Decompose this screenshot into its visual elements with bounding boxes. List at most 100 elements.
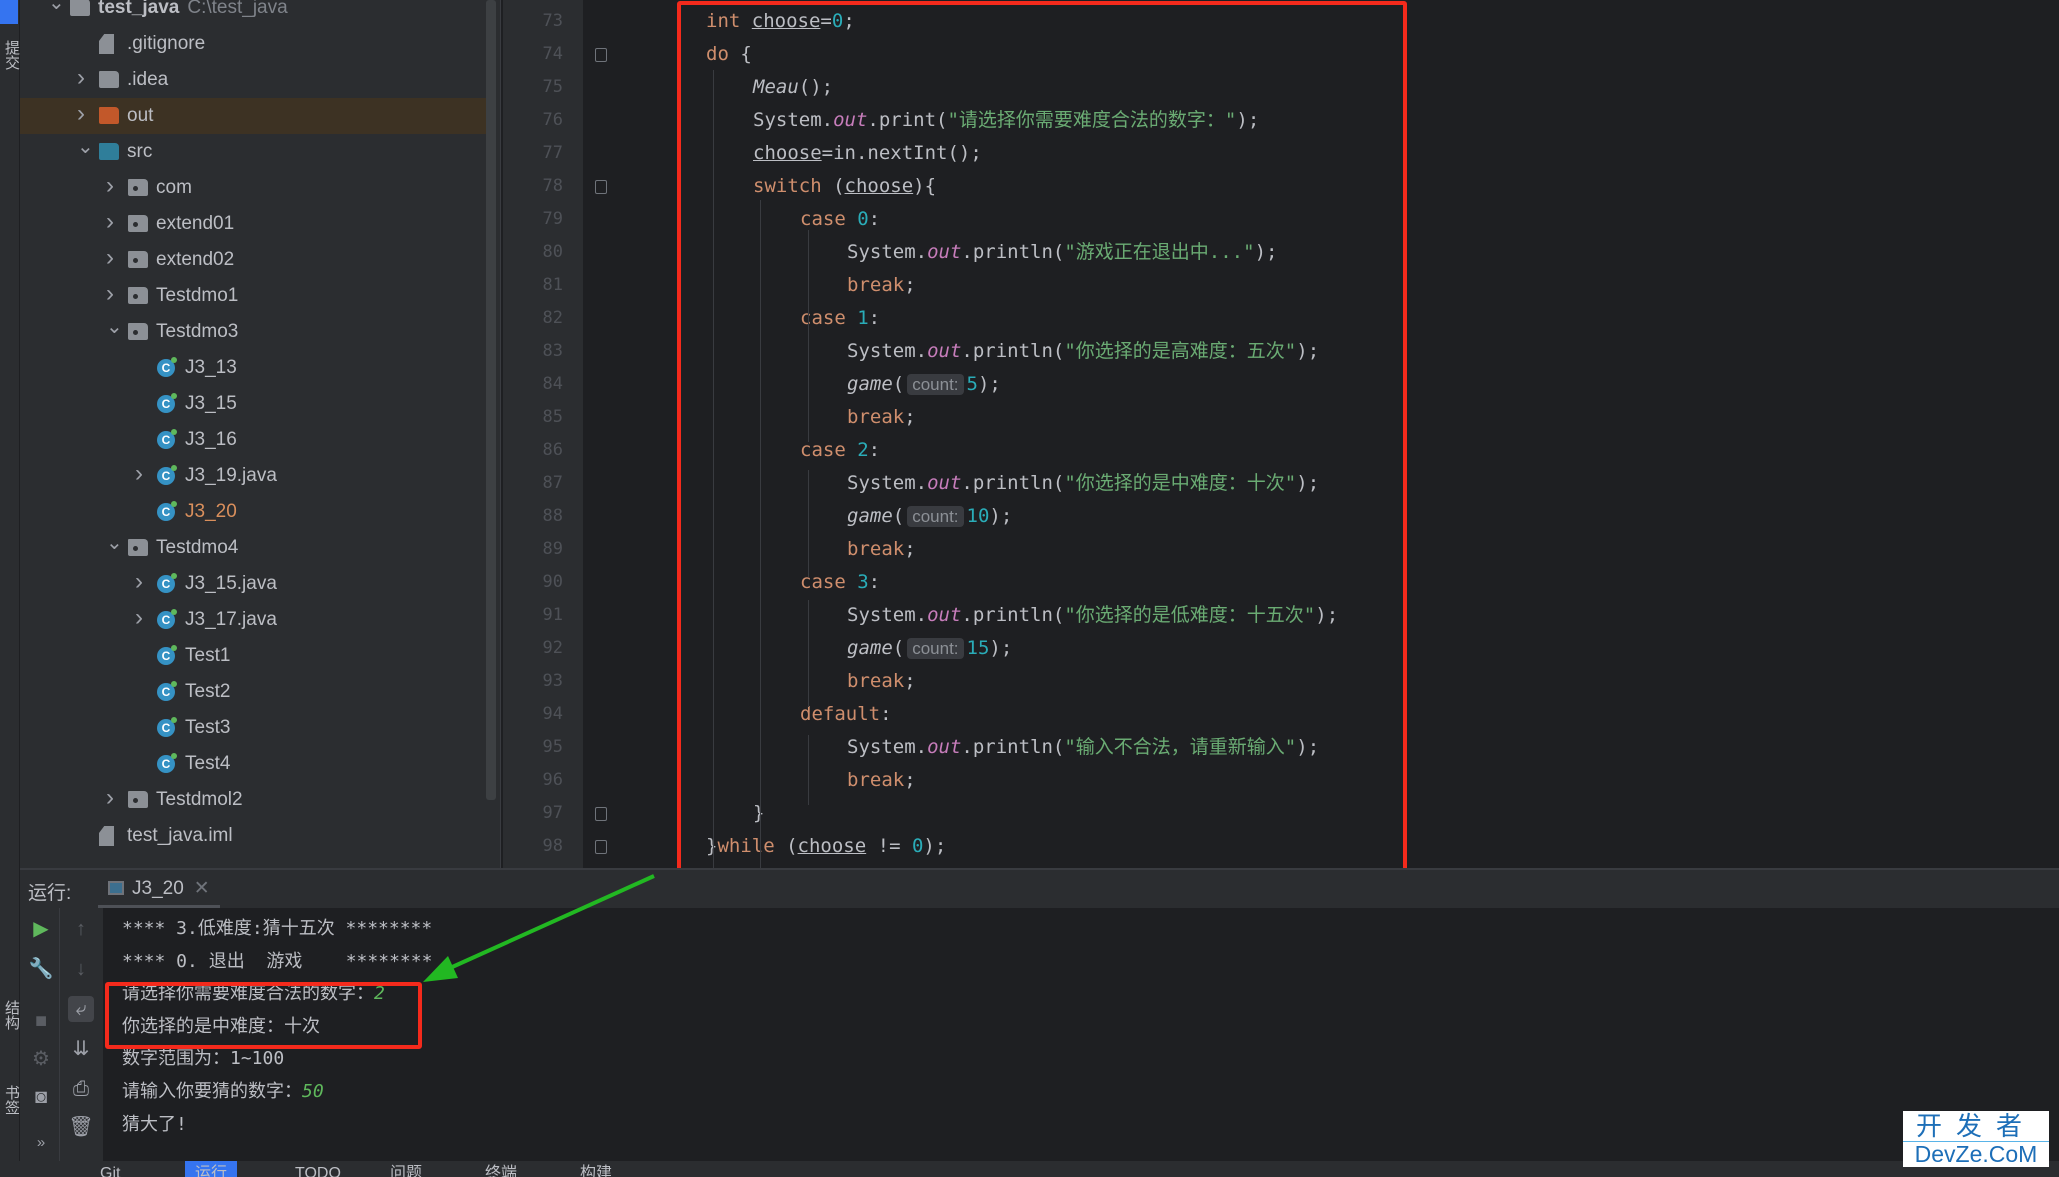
commit-tool-label[interactable]: 提交 [1, 40, 22, 70]
tree-item-label: Testdmo4 [156, 530, 238, 566]
tree-item[interactable]: › Testdmol2 [20, 782, 486, 818]
tree-item-text: J3_15 [185, 393, 237, 414]
tree-item-text: Test4 [185, 753, 231, 774]
camera-icon[interactable]: ◙ [28, 1084, 54, 1110]
tree-item[interactable]: › .idea [20, 62, 486, 98]
tree-item[interactable]: › extend01 [20, 206, 486, 242]
tree-item[interactable]: C J3_20 [20, 494, 486, 530]
line-number: 78 [542, 176, 563, 196]
rerun-icon[interactable]: ▶ [28, 916, 54, 942]
tree-item-text: test_java.iml [127, 825, 233, 846]
bottom-tab-3[interactable]: 问题 [380, 1161, 432, 1177]
structure-tool-label[interactable]: 结构 [1, 1000, 22, 1030]
line-number: 93 [542, 671, 563, 691]
tree-item[interactable]: › C J3_19.java [20, 458, 486, 494]
chevron-right-icon[interactable]: › [135, 456, 149, 492]
chevron-right-icon[interactable]: › [106, 780, 120, 816]
ignore-file-icon [99, 34, 114, 54]
line-number: 73 [542, 11, 563, 31]
tree-item[interactable]: C J3_15 [20, 386, 486, 422]
debug-icon[interactable]: ⚙ [28, 1046, 54, 1072]
down-arrow-icon[interactable]: ↓ [68, 956, 94, 982]
tree-item-label: test_java C:\test_java [98, 0, 288, 26]
tree-item-text: .gitignore [127, 33, 206, 54]
trash-icon[interactable]: 🗑 [68, 1114, 94, 1140]
up-arrow-icon[interactable]: ↑ [68, 916, 94, 942]
fold-marker-icon[interactable] [595, 840, 607, 854]
tree-item[interactable]: C Test1 [20, 638, 486, 674]
fold-marker-icon[interactable] [595, 48, 607, 62]
tree-item-text: out [127, 105, 154, 126]
run-toolbar: ▶ 🔧 ■ ⚙ ◙ » [20, 908, 60, 1163]
tree-item-label: J3_15.java [185, 566, 277, 602]
console-line: 请输入你要猜的数字：50 [122, 1075, 324, 1108]
chevron-right-icon[interactable]: › [106, 240, 120, 276]
tree-item[interactable]: › extend02 [20, 242, 486, 278]
tree-item-text: com [156, 177, 192, 198]
fold-marker-icon[interactable] [595, 807, 607, 821]
module-file-icon [99, 826, 114, 846]
bottom-tab-4[interactable]: 终端 [475, 1161, 527, 1177]
tree-item-text: Testdmol2 [156, 789, 243, 810]
tree-item[interactable]: › com [20, 170, 486, 206]
tree-item[interactable]: C Test2 [20, 674, 486, 710]
tree-item-text: .idea [127, 69, 169, 90]
chevron-right-icon[interactable]: › [135, 600, 149, 636]
tree-item[interactable]: ⌄ test_java C:\test_java [20, 0, 486, 26]
tree-item-label: src [127, 134, 152, 170]
bottom-tab-0[interactable]: Git [90, 1161, 130, 1177]
wrench-icon[interactable]: 🔧 [28, 956, 54, 982]
tree-item[interactable]: C J3_13 [20, 350, 486, 386]
print-icon[interactable]: ⎙ [68, 1076, 94, 1102]
console-text: 数字范围为：1~100 [122, 1048, 285, 1070]
tree-item[interactable]: .gitignore [20, 26, 486, 62]
chevron-right-icon[interactable]: › [106, 204, 120, 240]
more-icon[interactable]: » [28, 1130, 54, 1156]
run-tab-j3-20[interactable]: J3_20 ✕ [98, 870, 220, 908]
stop-icon[interactable]: ■ [28, 1008, 54, 1034]
tree-item-text: Test3 [185, 717, 231, 738]
tree-item[interactable]: › C J3_17.java [20, 602, 486, 638]
tree-item[interactable]: › Testdmo1 [20, 278, 486, 314]
tree-item-label: extend01 [156, 206, 234, 242]
chevron-right-icon[interactable]: › [106, 276, 120, 312]
chevron-right-icon[interactable]: › [135, 564, 149, 600]
tree-item-label: Testdmol2 [156, 782, 243, 818]
tree-item[interactable]: C Test3 [20, 710, 486, 746]
bottom-tab-1[interactable]: 运行 [185, 1161, 238, 1177]
tree-item-label: Test1 [185, 638, 230, 674]
tree-item-label: Test2 [185, 674, 230, 710]
chevron-down-icon[interactable]: ⌄ [48, 0, 65, 21]
tree-item[interactable]: › C J3_15.java [20, 566, 486, 602]
tree-item[interactable]: C Test4 [20, 746, 486, 782]
fold-marker-icon[interactable] [595, 180, 607, 194]
chevron-right-icon[interactable]: › [77, 60, 91, 96]
tree-item-text: Test2 [185, 681, 231, 702]
tree-item[interactable]: ⌄ src [20, 134, 486, 170]
bottom-tab-2[interactable]: TODO [285, 1161, 351, 1177]
bookmarks-tool-label[interactable]: 书签 [1, 1085, 22, 1115]
close-icon[interactable]: ✕ [194, 878, 210, 899]
project-tool-button[interactable] [0, 0, 18, 24]
chevron-right-icon[interactable]: › [106, 168, 120, 204]
package-icon [128, 215, 148, 232]
tree-item-text: J3_19.java [185, 465, 277, 486]
tree-item[interactable]: test_java.iml [20, 818, 486, 854]
line-number: 77 [542, 143, 563, 163]
tree-item[interactable]: C J3_16 [20, 422, 486, 458]
tree-scrollbar[interactable] [486, 0, 496, 800]
chevron-right-icon[interactable]: › [77, 96, 91, 132]
tree-item-text: Testdmo1 [156, 285, 239, 306]
bottom-tab-5[interactable]: 构建 [570, 1161, 622, 1177]
run-tab-label: J3_20 [132, 878, 184, 899]
tree-item[interactable]: ⌄ Testdmo4 [20, 530, 486, 566]
tree-item-label: J3_16 [185, 422, 237, 458]
scroll-to-end-icon[interactable]: ⇊ [68, 1036, 94, 1062]
class-icon: C [157, 609, 177, 629]
console-input: 50 [302, 1081, 324, 1102]
chevron-down-icon[interactable]: ⌄ [77, 129, 94, 165]
chevron-down-icon[interactable]: ⌄ [106, 525, 123, 561]
tree-item[interactable]: ⌄ Testdmo3 [20, 314, 486, 350]
soft-wrap-icon[interactable]: ⤶ [68, 996, 94, 1022]
chevron-down-icon[interactable]: ⌄ [106, 309, 123, 345]
